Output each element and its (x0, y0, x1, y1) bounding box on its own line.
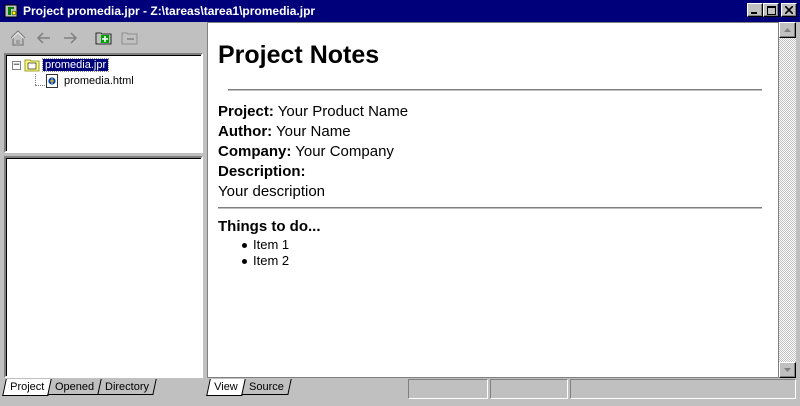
tree-item-project[interactable]: − promedia.jpr (12, 57, 110, 73)
scroll-down-icon[interactable] (779, 362, 796, 378)
field-value: Your Name (272, 123, 351, 140)
horizontal-rule (228, 89, 762, 92)
project-tree-panel[interactable]: − promedia.jpr promedia.html (4, 53, 203, 153)
tab-opened[interactable]: Opened (47, 379, 103, 395)
document-view[interactable]: Project Notes Project: Your Product Name… (207, 22, 779, 378)
todo-list: Item 1 Item 2 (218, 237, 778, 269)
horizontal-rule (218, 207, 762, 210)
field-value: Your Company (291, 143, 394, 160)
window-title: Project promedia.jpr - Z:\tareas\tarea1\… (23, 4, 316, 18)
tab-label: Project (10, 381, 45, 393)
list-item: Item 1 (242, 237, 778, 253)
description-text: Your description (218, 183, 326, 200)
field-description: Description: (218, 162, 778, 182)
html-file-icon (45, 74, 59, 88)
collapse-icon[interactable]: − (12, 60, 21, 70)
tab-label: Directory (105, 380, 150, 393)
status-cell (408, 379, 488, 399)
field-company: Company: Your Company (218, 142, 778, 162)
list-item-text: Item 2 (253, 253, 290, 268)
field-label: Project: (218, 103, 274, 120)
tree-item-label: promedia.jpr (41, 58, 110, 72)
tab-directory[interactable]: Directory (97, 379, 158, 395)
field-value: Your Product Name (273, 103, 409, 120)
tab-project[interactable]: Project (2, 379, 53, 396)
document-heading: Project Notes (218, 41, 380, 69)
project-folder-icon (24, 58, 40, 72)
field-label: Description: (218, 163, 306, 180)
tree-item-label: promedia.html (64, 75, 134, 87)
left-pane-tabs: Project Opened Directory (2, 379, 158, 397)
back-arrow-icon[interactable] (33, 27, 55, 49)
maximize-icon[interactable] (763, 3, 779, 17)
tab-label: Opened (55, 380, 95, 393)
minimize-icon[interactable] (747, 3, 763, 17)
home-icon[interactable] (7, 27, 29, 49)
list-item: Item 2 (242, 253, 778, 269)
status-bar (408, 379, 798, 401)
tab-label: View (214, 381, 238, 393)
app-icon[interactable] (3, 3, 19, 19)
field-project: Project: Your Product Name (218, 102, 778, 122)
status-cell (490, 379, 568, 399)
vertical-scrollbar[interactable] (779, 22, 796, 378)
field-author: Author: Your Name (218, 122, 778, 142)
remove-from-project-icon[interactable] (119, 27, 141, 49)
status-cell (570, 379, 796, 399)
todo-heading: Things to do... (218, 218, 321, 235)
forward-arrow-icon[interactable] (59, 27, 81, 49)
list-item-text: Item 1 (253, 237, 290, 252)
project-fields: Project: Your Product Name Author: Your … (218, 102, 778, 202)
scroll-up-icon[interactable] (779, 22, 796, 38)
close-icon[interactable] (781, 3, 797, 17)
view-tabs: View Source (206, 379, 292, 397)
add-to-project-icon[interactable] (93, 27, 115, 49)
field-label: Author: (218, 123, 273, 140)
bullet-icon (242, 242, 247, 248)
window-title-bar[interactable]: Project promedia.jpr - Z:\tareas\tarea1\… (0, 0, 800, 22)
field-label: Company: (218, 143, 292, 160)
tab-view[interactable]: View (206, 379, 246, 396)
tab-source[interactable]: Source (240, 379, 292, 395)
bullet-icon (242, 258, 247, 264)
project-toolbar (3, 24, 203, 52)
tree-item-html-file[interactable]: promedia.html (45, 73, 136, 89)
tab-label: Source (248, 380, 284, 393)
structure-panel[interactable] (4, 156, 203, 378)
